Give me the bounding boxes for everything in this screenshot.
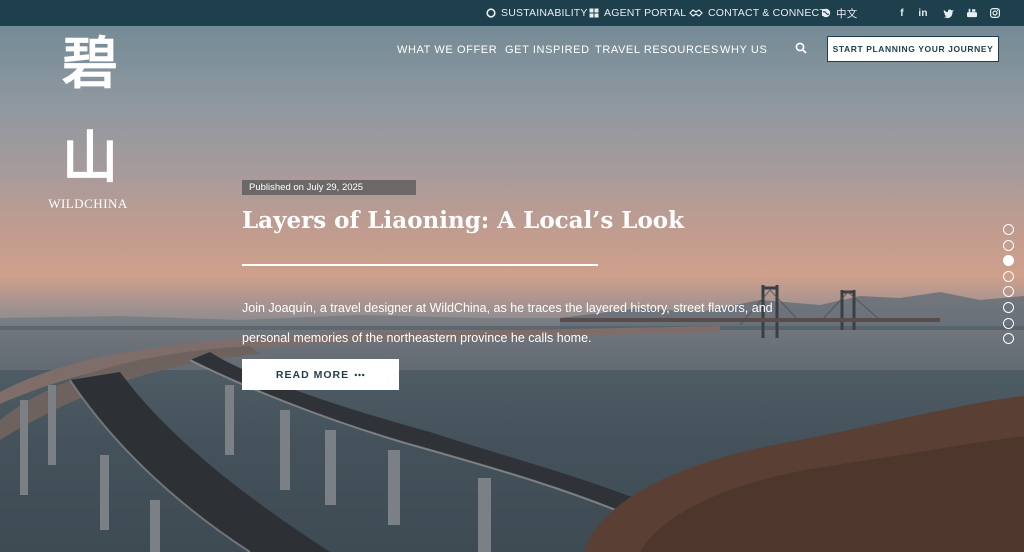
handshake-icon: [689, 9, 703, 17]
slider-dot-2[interactable]: [1003, 239, 1014, 251]
logo-glyph-jade: 碧: [62, 31, 118, 97]
nav-item-get-inspired[interactable]: GET INSPIRED: [505, 44, 590, 56]
contact-label: CONTACT & CONNECT: [708, 7, 826, 19]
youtube-icon[interactable]: [965, 0, 979, 26]
contact-link[interactable]: CONTACT & CONNECT: [689, 0, 826, 26]
search-icon[interactable]: [795, 42, 807, 54]
article-excerpt: Join Joaquín, a travel designer at WildC…: [242, 301, 773, 345]
globe-icon: [821, 8, 831, 18]
sustainability-label: SUSTAINABILITY: [501, 7, 588, 19]
logo-glyph-mountain: 山: [62, 125, 118, 191]
nav-item-what-we-offer[interactable]: WHAT WE OFFER: [397, 44, 497, 56]
wildchina-logo[interactable]: 碧 山 WILDCHINA: [40, 31, 140, 211]
nav-item-travel-resources[interactable]: TRAVEL RESOURCES: [595, 44, 719, 56]
slider-dot-4[interactable]: [1003, 270, 1014, 282]
leaf-circle-icon: [486, 8, 496, 18]
published-date-badge: Published on July 29, 2025: [242, 180, 416, 195]
read-more-button[interactable]: READ MORE: [242, 359, 399, 390]
nav-item-why-us[interactable]: WHY US: [720, 44, 767, 56]
ellipsis-icon: [354, 373, 365, 376]
agent-portal-link[interactable]: AGENT PORTAL: [589, 0, 686, 26]
utility-bar: SUSTAINABILITY AGENT PORTAL CONTACT & CO…: [0, 0, 1024, 26]
hero-background: [0, 0, 1024, 552]
youtube-shape: [967, 8, 977, 18]
twitter-bird-shape: [943, 9, 954, 18]
read-more-label: READ MORE: [275, 368, 350, 381]
instagram-icon[interactable]: [988, 0, 1002, 26]
language-label: 中文: [836, 7, 858, 20]
sustainability-link[interactable]: SUSTAINABILITY: [486, 0, 588, 26]
article-title[interactable]: Layers of Liaoning: A Local’s Look: [242, 207, 802, 234]
page: SUSTAINABILITY AGENT PORTAL CONTACT & CO…: [0, 0, 1024, 552]
grid-icon: [589, 8, 599, 18]
slider-dot-7[interactable]: [1003, 317, 1014, 329]
agent-portal-label: AGENT PORTAL: [604, 7, 687, 19]
hero-illustration: [0, 285, 1024, 552]
slider-dot-1[interactable]: [1003, 224, 1014, 235]
facebook-icon[interactable]: f: [895, 0, 909, 26]
logo-wordmark: WILDCHINA: [48, 196, 128, 211]
language-switch[interactable]: 中文: [821, 0, 857, 26]
start-planning-button[interactable]: START PLANNING YOUR JOURNEY: [827, 36, 999, 62]
title-divider: [242, 264, 598, 266]
twitter-icon[interactable]: [941, 0, 955, 26]
slider-dot-6[interactable]: [1003, 302, 1014, 313]
linkedin-icon[interactable]: in: [916, 0, 930, 26]
instagram-shape: [990, 8, 1000, 18]
